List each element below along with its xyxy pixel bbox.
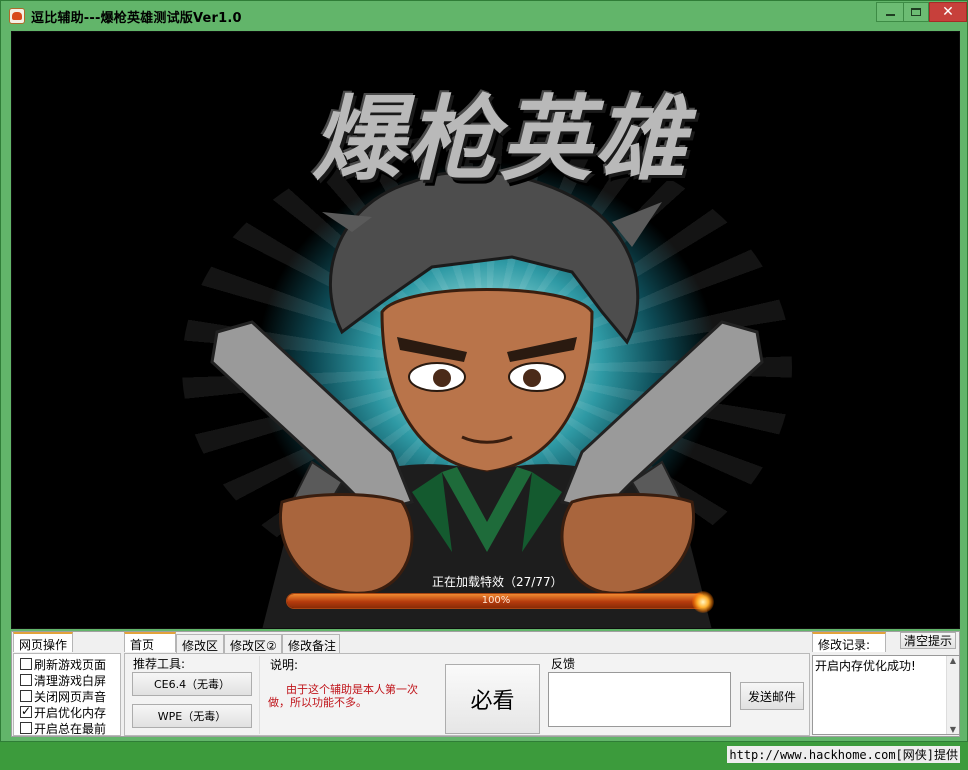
checkbox-always-on-top[interactable] [20,722,32,734]
app-icon [9,8,25,24]
maximize-icon [911,8,921,16]
checkbox-optimize-memory[interactable] [20,704,32,718]
notes-section: 说明: 由于这个辅助是本人第一次 做，所以功能不多。 [259,656,443,734]
close-button[interactable]: ✕ [929,2,967,22]
scroll-up-icon[interactable]: ▲ [950,656,956,665]
option-refresh-page[interactable]: 刷新游戏页面 [20,656,106,672]
tab-modify-log[interactable]: 修改记录: [812,632,886,652]
send-email-button[interactable]: 发送邮件 [740,682,804,710]
loading-progress-bar: 100% [286,593,706,609]
checkbox-refresh-page[interactable] [20,658,32,670]
progress-label: 100% [481,595,511,606]
option-label: 清理游戏白屏 [34,673,107,688]
game-logo: 爆枪英雄 [311,85,688,193]
window-title: 逗比辅助---爆枪英雄测试版Ver1.0 [31,11,242,26]
option-clear-white-screen[interactable]: 清理游戏白屏 [20,672,106,688]
option-mute-page[interactable]: 关闭网页声音 [20,688,106,704]
modify-log[interactable]: 开启内存优化成功! ▲ ▼ [812,655,960,735]
option-label: 开启总在最前 [34,721,107,736]
checkbox-mute-page[interactable] [20,690,32,702]
footer-bar: http://www.hackhome.com[网侠]提供 [0,742,968,770]
option-label: 刷新游戏页面 [34,657,107,672]
feedback-input[interactable] [548,672,731,727]
game-view[interactable]: 爆枪英雄 正在加载特效（27/77） 100% [11,31,960,629]
option-label: 开启优化内存 [34,705,107,720]
log-scrollbar[interactable]: ▲ ▼ [946,656,959,734]
progress-spark-icon [692,591,714,613]
feedback-heading: 反馈 [551,657,576,671]
notes-heading: 说明: [270,658,299,672]
wpe-tool-button[interactable]: WPE（无毒） [132,704,252,728]
ce-tool-button[interactable]: CE6.4（无毒） [132,672,252,696]
tools-heading: 推荐工具: [133,657,186,671]
maximize-button[interactable] [903,2,929,22]
main-window: 逗比辅助---爆枪英雄测试版Ver1.0 ✕ 爆枪英雄 正在加载特效（27/77… [0,0,968,742]
tab-modify[interactable]: 修改区 [176,634,224,654]
option-label: 关闭网页声音 [34,689,107,704]
web-operations-group: 刷新游戏页面 清理游戏白屏 关闭网页声音 开启优化内存 开启总在最前 [13,653,121,736]
log-entry: 开启内存优化成功! [815,659,916,673]
notes-text-line2: 做，所以功能不多。 [268,696,367,709]
source-credit: http://www.hackhome.com[网侠]提供 [727,746,960,763]
minimize-button[interactable] [876,2,903,22]
control-panel: 网页操作 刷新游戏页面 清理游戏白屏 关闭网页声音 开启优化内存 开启总在最前 [11,631,960,737]
checkbox-clear-white-screen[interactable] [20,674,32,686]
notes-text-line1: 由于这个辅助是本人第一次 [286,683,418,696]
tab-modify-notes[interactable]: 修改备注 [282,634,340,654]
tab-web-operations[interactable]: 网页操作 [13,632,74,652]
title-bar[interactable]: 逗比辅助---爆枪英雄测试版Ver1.0 ✕ [1,1,967,31]
tab-modify-2[interactable]: 修改区② [224,634,282,654]
tab-home[interactable]: 首页 [124,632,176,652]
minimize-icon [885,14,895,16]
option-optimize-memory[interactable]: 开启优化内存 [20,704,106,720]
option-always-on-top[interactable]: 开启总在最前 [20,720,106,736]
scroll-down-icon[interactable]: ▼ [950,725,956,734]
must-see-button[interactable]: 必看 [445,664,540,734]
clear-log-button[interactable]: 清空提示 [900,632,956,649]
home-tab-content: 推荐工具: CE6.4（无毒） WPE（无毒） 说明: 由于这个辅助是本人第一次… [124,653,810,736]
loading-status: 正在加载特效（27/77） [432,575,563,589]
